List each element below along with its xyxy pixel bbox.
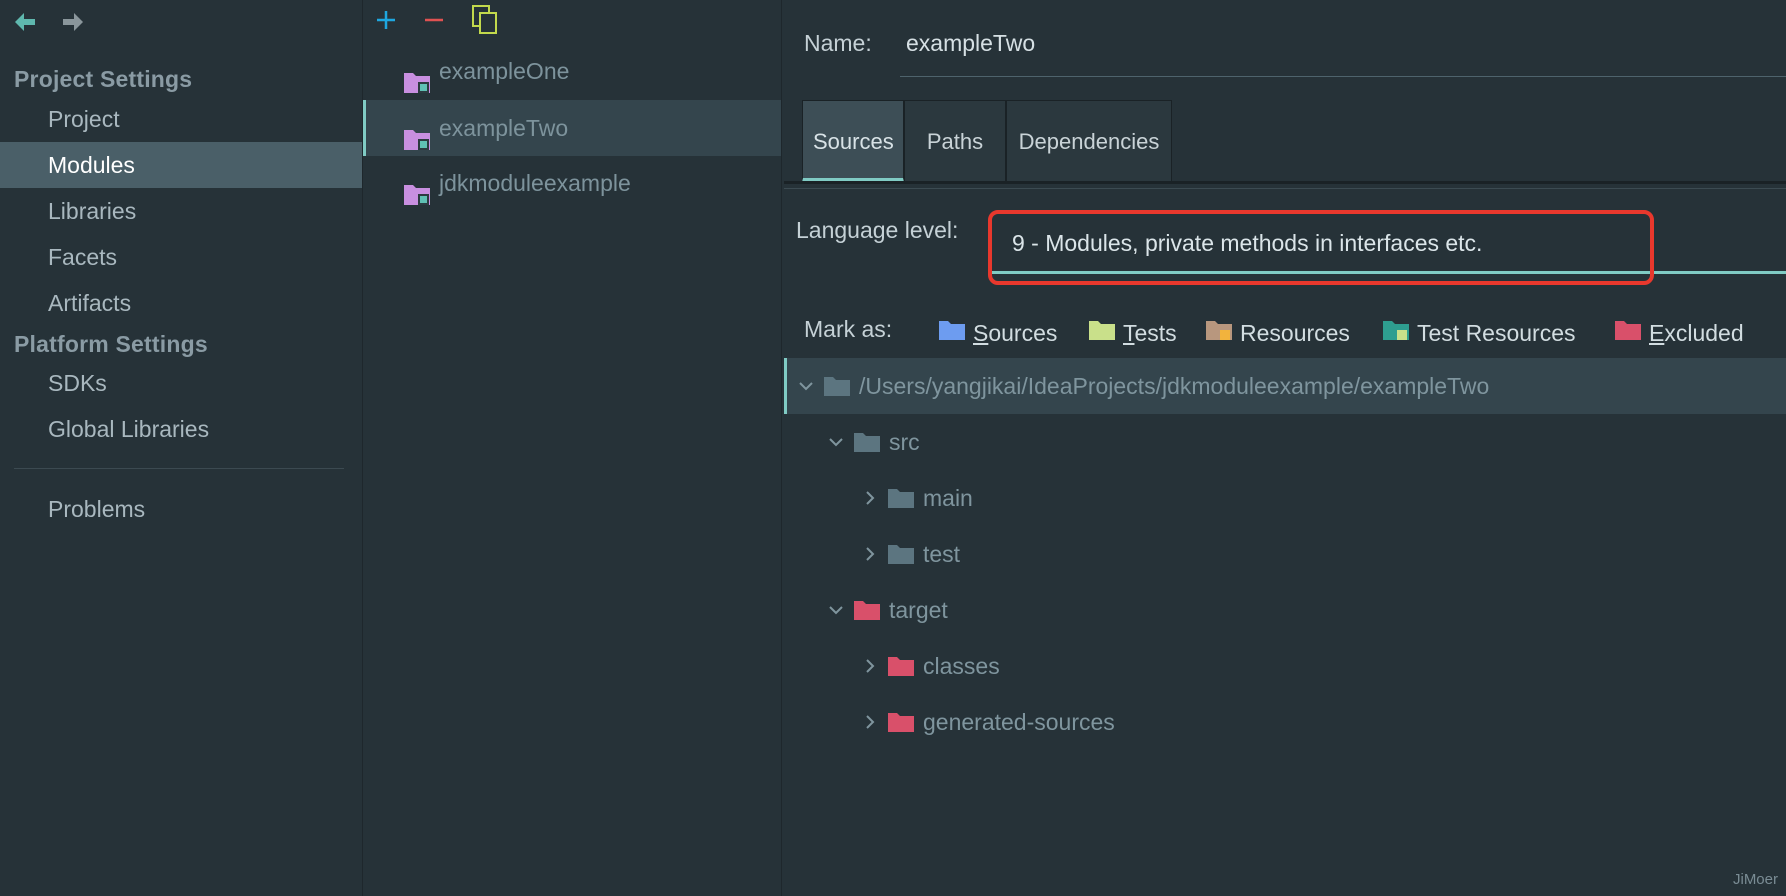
module-label: jdkmoduleexample [439, 170, 631, 196]
back-arrow-icon[interactable] [12, 10, 38, 34]
chevron-down-icon[interactable] [827, 433, 845, 451]
mark-test-resources-label: Test Resources [1417, 319, 1576, 346]
chevron-down-icon[interactable] [827, 601, 845, 619]
tab-dependencies[interactable]: Dependencies [1006, 100, 1172, 182]
module-label: exampleOne [439, 58, 570, 84]
section-title-project-settings: Project Settings [14, 66, 193, 92]
mark-sources-button[interactable]: Sources [938, 318, 1057, 348]
mark-resources-label: Resources [1240, 319, 1350, 346]
tests-folder-icon [1088, 318, 1116, 348]
tree-label: generated-sources [923, 708, 1115, 735]
module-label: exampleTwo [439, 115, 569, 141]
language-level-select[interactable]: 9 - Modules, private methods in interfac… [1012, 230, 1482, 257]
mark-test-resources-button[interactable]: Test Resources [1382, 318, 1576, 348]
tree-row-classes[interactable]: classes [784, 638, 1786, 694]
watermark: JiMoer [1732, 871, 1778, 888]
divider [14, 468, 344, 469]
mark-excluded-mnemonic: E [1649, 319, 1665, 346]
tree-label: src [889, 428, 920, 455]
mark-excluded-button[interactable]: Excluded [1614, 318, 1744, 348]
nav-item-problems[interactable]: Problems [0, 486, 362, 532]
nav-item-project[interactable]: Project [0, 96, 362, 142]
tab-bar-border [784, 181, 1786, 184]
navigation-arrows [12, 10, 86, 34]
nav-item-facets[interactable]: Facets [0, 234, 362, 280]
language-level-underline [990, 271, 1786, 274]
tree-row-test[interactable]: test [784, 526, 1786, 582]
mark-as-label: Mark as: [804, 316, 893, 342]
module-item-exampleone[interactable]: exampleOne [363, 43, 781, 99]
name-field[interactable]: exampleTwo [906, 30, 1035, 57]
tree-label: classes [923, 652, 1000, 679]
tree-row-src[interactable]: src [784, 414, 1786, 470]
mark-resources-button[interactable]: Resources [1205, 318, 1350, 348]
chevron-down-icon[interactable] [797, 377, 815, 395]
tree-label: test [923, 540, 961, 567]
copy-icon[interactable] [471, 4, 499, 36]
tree-row-root[interactable]: /Users/yangjikai/IdeaProjects/jdkmodulee… [784, 358, 1786, 414]
tree-row-target[interactable]: target [784, 582, 1786, 638]
excluded-folder-icon [888, 713, 914, 732]
chevron-right-icon[interactable] [861, 657, 879, 675]
test-resources-folder-icon [1382, 318, 1410, 348]
tab-sources[interactable]: Sources [802, 100, 904, 182]
module-list-panel: exampleOne exampleTwo jdkmoduleexample [363, 0, 782, 896]
forward-arrow-icon[interactable] [60, 10, 86, 34]
tab-paths[interactable]: Paths [904, 100, 1006, 182]
module-item-jdkmoduleexample[interactable]: jdkmoduleexample [363, 155, 781, 211]
excluded-folder-icon [888, 657, 914, 676]
module-folder-icon [403, 171, 431, 227]
name-label: Name: [804, 30, 872, 56]
tree-label: /Users/yangjikai/IdeaProjects/jdkmodulee… [859, 372, 1490, 399]
tree-label: main [923, 484, 973, 511]
resources-folder-icon [1205, 318, 1233, 348]
module-details-panel: Name: exampleTwo Sources Paths Dependenc… [782, 0, 1786, 896]
settings-sidebar: Project Settings Project Modules Librari… [0, 0, 363, 896]
sources-folder-icon [938, 318, 966, 348]
tree-label: target [889, 596, 948, 623]
chevron-right-icon[interactable] [861, 489, 879, 507]
nav-item-global-libraries[interactable]: Global Libraries [0, 406, 362, 452]
mark-tests-button[interactable]: Tests [1088, 318, 1177, 348]
folder-icon [854, 433, 880, 452]
module-item-exampletwo[interactable]: exampleTwo [363, 100, 781, 156]
module-toolbar [375, 4, 499, 36]
mark-sources-mnemonic: S [973, 319, 989, 346]
chevron-right-icon[interactable] [861, 545, 879, 563]
tree-row-main[interactable]: main [784, 470, 1786, 526]
mark-excluded-label: xcluded [1664, 319, 1744, 346]
folder-icon [824, 377, 850, 396]
section-title-platform-settings: Platform Settings [14, 331, 208, 357]
tab-bar-separator [784, 188, 1786, 189]
chevron-right-icon[interactable] [861, 713, 879, 731]
mark-tests-label: ests [1134, 319, 1177, 346]
nav-item-sdks[interactable]: SDKs [0, 360, 362, 406]
tab-bar: Sources Paths Dependencies [802, 100, 1172, 182]
excluded-folder-icon [1614, 318, 1642, 348]
nav-item-artifacts[interactable]: Artifacts [0, 280, 362, 326]
mark-sources-label: ources [988, 319, 1058, 346]
excluded-folder-icon [854, 601, 880, 620]
name-field-underline [900, 76, 1786, 77]
mark-tests-mnemonic: T [1123, 319, 1135, 346]
folder-icon [888, 489, 914, 508]
add-icon[interactable] [375, 5, 397, 35]
remove-icon[interactable] [423, 5, 445, 35]
nav-item-libraries[interactable]: Libraries [0, 188, 362, 234]
tree-row-generated-sources[interactable]: generated-sources [784, 694, 1786, 750]
folder-icon [888, 545, 914, 564]
nav-item-modules[interactable]: Modules [0, 142, 362, 188]
language-level-label: Language level: [796, 217, 959, 243]
